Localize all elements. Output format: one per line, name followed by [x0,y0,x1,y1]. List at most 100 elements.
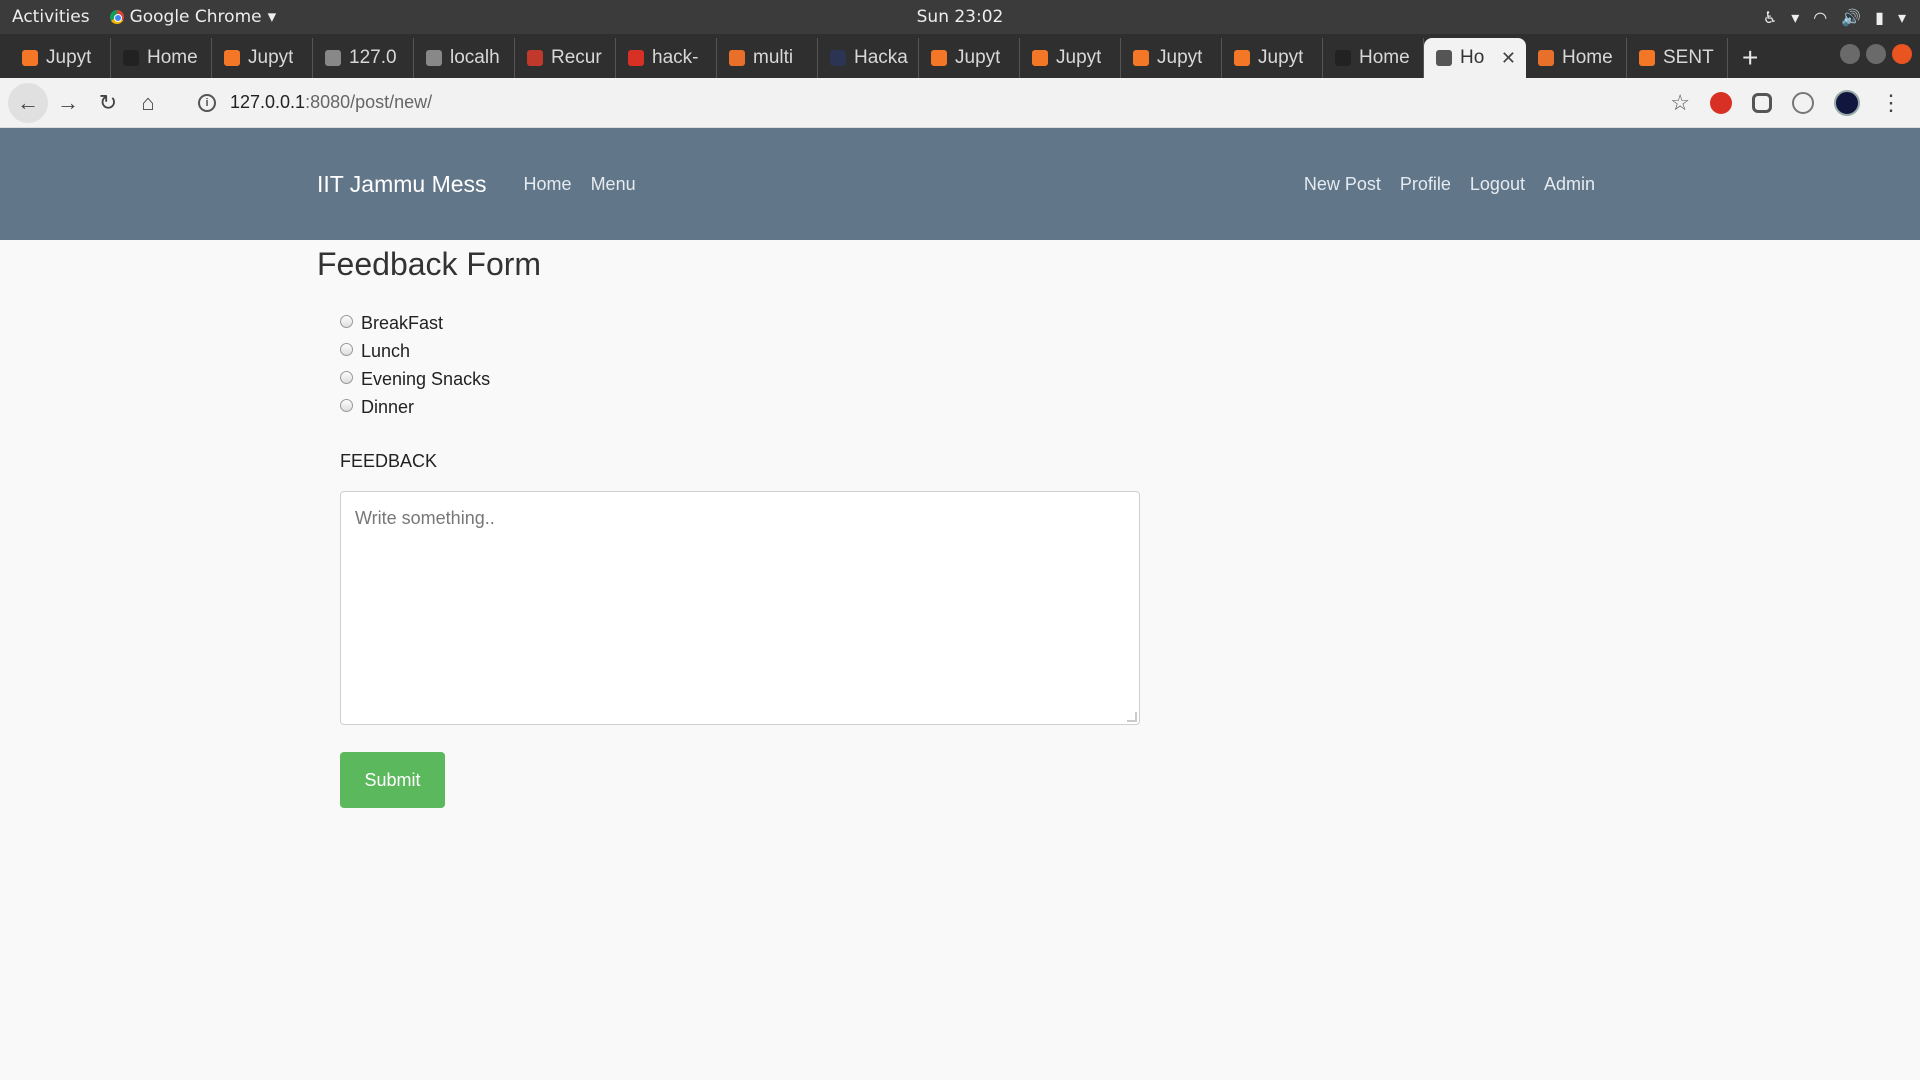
extension-icon[interactable] [1792,92,1814,114]
system-top-bar: Activities Google Chrome ▾ Sun 23:02 ♿ ▾… [0,0,1920,34]
browser-tab[interactable]: Jupyt [1222,38,1323,78]
address-bar[interactable]: i 127.0.0.1:8080/post/new/ [198,92,432,113]
jupyter-icon [1133,50,1149,66]
back-icon[interactable]: ← [8,82,48,123]
caret-down-icon: ▾ [1897,7,1906,27]
jupyter-icon [1234,50,1250,66]
feedback-label: FEEDBACK [340,451,438,471]
tab-title: Recur [551,47,602,68]
meal-options: BreakFast Lunch Evening Snacks Dinner [340,309,1140,421]
hackerearth-icon [830,50,846,66]
resize-grip-icon[interactable] [1127,712,1137,722]
nav-link-profile[interactable]: Profile [1400,174,1451,195]
forward-icon[interactable]: → [48,83,88,123]
caret-down-icon: ▾ [1791,7,1800,27]
radio-button[interactable] [340,342,353,356]
meal-option-label: Lunch [361,340,411,361]
jupyter-icon [931,50,947,66]
window-controls [1840,44,1912,64]
web-page: IIT Jammu Mess Home Menu New Post Profil… [0,128,1920,1080]
home-icon[interactable]: ⌂ [128,83,168,123]
reload-icon[interactable]: ↻ [88,83,128,123]
globe-icon [325,50,341,66]
nav-link-new-post[interactable]: New Post [1304,174,1381,195]
caret-down-icon: ▾ [267,7,277,27]
browser-tab[interactable]: localh [414,38,515,78]
browser-tab[interactable]: Jupyt [212,38,313,78]
bookmark-star-icon[interactable]: ☆ [1670,90,1690,116]
nav-link-menu[interactable]: Menu [591,174,636,195]
browser-tab[interactable]: hack- [616,38,717,78]
browser-tab[interactable]: Home [111,38,212,78]
ask-icon [729,50,745,66]
profile-avatar[interactable] [1834,90,1860,116]
browser-tab[interactable]: 127.0 [313,38,414,78]
jupyter-icon [1032,50,1048,66]
tab-title: SENT [1663,47,1714,68]
meal-option-breakfast[interactable]: BreakFast [340,309,1140,337]
meal-option-label: Evening Snacks [361,368,491,389]
browser-tab[interactable]: multi [717,38,818,78]
radio-button[interactable] [340,398,353,412]
clock[interactable]: Sun 23:02 [0,7,1920,27]
minimize-window-icon[interactable] [1840,44,1860,64]
browser-tab[interactable]: Jupyt [1121,38,1222,78]
radio-button[interactable] [340,370,353,384]
new-tab-icon[interactable]: + [1742,42,1758,74]
extension-icon[interactable] [1752,93,1772,113]
site-brand[interactable]: IIT Jammu Mess [317,171,487,198]
meal-option-lunch[interactable]: Lunch [340,337,1140,365]
tab-title: Home [1359,47,1410,68]
tab-title: Jupyt [46,47,92,68]
app-menu[interactable]: Google Chrome ▾ [109,7,277,27]
meal-option-label: Dinner [361,396,415,417]
volume-icon[interactable]: 🔊 [1841,8,1861,27]
battery-icon[interactable]: ▮ [1875,8,1884,27]
loading-icon [1538,50,1554,66]
browser-toolbar: ← → ↻ ⌂ i 127.0.0.1:8080/post/new/ ☆ ⋮ [0,78,1920,128]
url-path: :8080/post/new/ [305,92,433,112]
maximize-window-icon[interactable] [1866,44,1886,64]
tab-title: multi [753,47,794,68]
close-window-icon[interactable] [1892,44,1912,64]
adblock-extension-icon[interactable] [1710,92,1732,114]
nav-link-admin[interactable]: Admin [1544,174,1595,195]
feedback-textarea[interactable]: Write something.. [340,491,1140,725]
globe-icon [426,50,442,66]
feedback-placeholder: Write something.. [355,508,495,528]
tab-title: Jupyt [1157,47,1203,68]
meal-option-evening-snacks[interactable]: Evening Snacks [340,365,1140,393]
globe-icon [1436,50,1452,66]
radio-button[interactable] [340,314,353,328]
tab-title: Jupyt [1258,47,1304,68]
browser-tab[interactable]: Recur [515,38,616,78]
close-tab-icon[interactable]: ✕ [1501,48,1516,69]
tab-title: Jupyt [1056,47,1102,68]
nav-link-logout[interactable]: Logout [1470,174,1525,195]
system-tray[interactable]: ♿ ▾ ◠ 🔊 ▮ ▾ [1763,0,1906,34]
browser-tab[interactable]: Home [1323,38,1424,78]
meal-option-label: BreakFast [361,312,444,333]
browser-tab[interactable]: Home [1526,38,1627,78]
accessibility-icon[interactable]: ♿ [1763,8,1777,27]
nav-link-home[interactable]: Home [524,174,572,195]
wifi-icon[interactable]: ◠ [1813,8,1827,27]
app-menu-label: Google Chrome [129,7,262,27]
activities-button[interactable]: Activities [12,7,90,27]
browser-tab[interactable]: Jupyt [10,38,111,78]
jupyter-icon [22,50,38,66]
meal-option-dinner[interactable]: Dinner [340,393,1140,421]
info-icon[interactable]: i [198,93,216,112]
more-menu-icon[interactable]: ⋮ [1880,90,1902,116]
tab-title: Jupyt [955,47,1001,68]
browser-tab[interactable]: SENT [1627,38,1728,78]
browser-tab[interactable]: Jupyt [1020,38,1121,78]
submit-button[interactable]: Submit [340,752,445,808]
browser-tab[interactable]: Hacka [818,38,919,78]
chrome-icon [109,10,124,24]
browser-tab[interactable]: Ho ✕ [1424,38,1526,78]
tab-title: Home [1562,47,1613,68]
tab-title: localh [450,47,500,68]
browser-tab[interactable]: Jupyt [919,38,1020,78]
github-icon [1335,50,1351,66]
